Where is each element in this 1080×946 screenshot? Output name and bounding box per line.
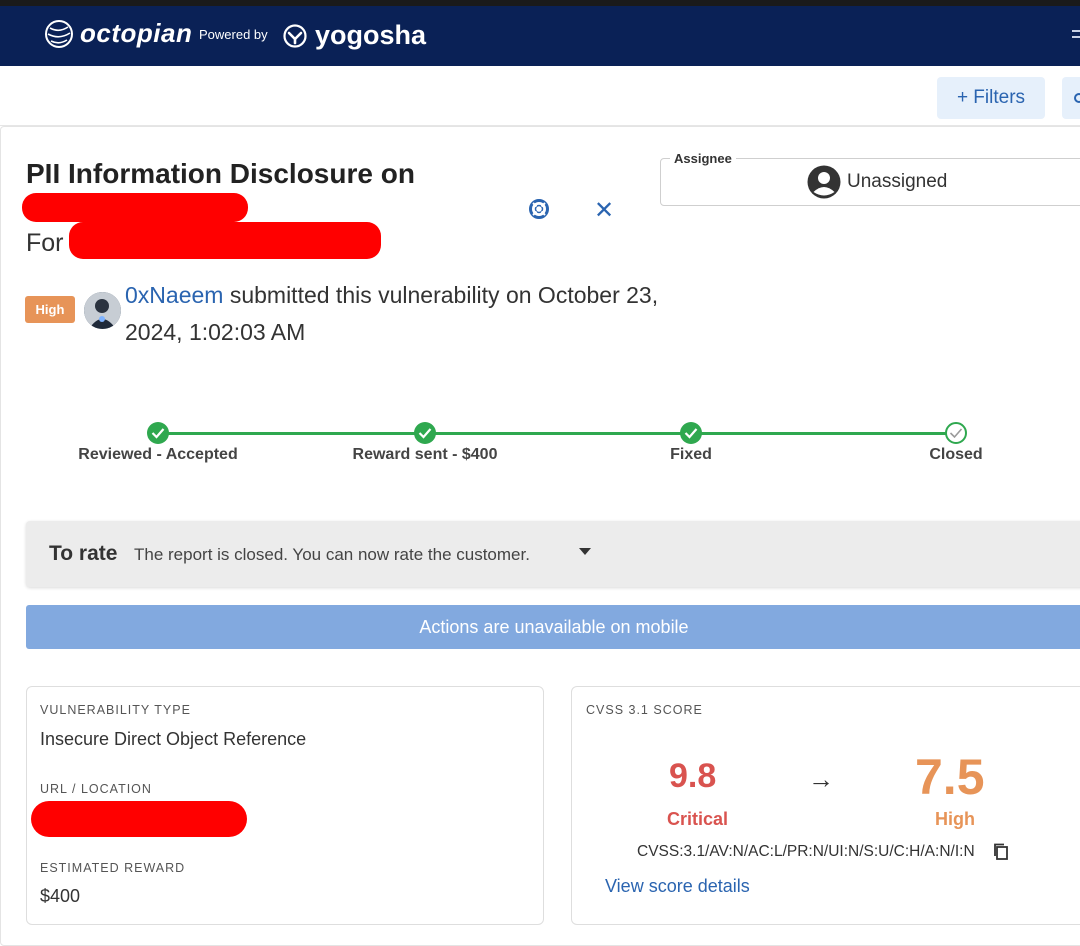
caret-down-icon[interactable] [579, 548, 591, 555]
partner-name: yogosha [315, 20, 427, 50]
redacted-program-name [22, 193, 248, 222]
step-label: Reviewed - Accepted [78, 446, 238, 463]
progress-track [158, 432, 956, 435]
actions-unavailable-bar: Actions are unavailable on mobile [26, 605, 1080, 649]
vuln-type-label: VULNERABILITY TYPE [40, 703, 191, 717]
powered-by-text: Powered by [199, 27, 268, 42]
step-closed-check-icon [945, 422, 967, 444]
globe-icon [45, 19, 73, 48]
step-reviewed-check-icon [147, 422, 169, 444]
arrow-right-icon: → [808, 764, 834, 794]
search-button[interactable] [1062, 77, 1080, 119]
step-label: Closed [929, 446, 983, 463]
view-score-details-link[interactable]: View score details [605, 876, 750, 897]
final-rating: High [935, 809, 975, 829]
account-circle-icon [807, 165, 841, 199]
filters-button[interactable]: + Filters [937, 77, 1045, 119]
yogosha-shield-icon [283, 23, 307, 48]
submitter-link[interactable]: 0xNaeem [125, 282, 223, 308]
original-rating: Critical [667, 809, 729, 829]
severity-badge: High [25, 296, 75, 323]
user-avatar-image [84, 292, 121, 329]
copy-icon[interactable] [992, 843, 1010, 861]
reward-value: $400 [40, 886, 81, 906]
step-fixed-check-icon [680, 422, 702, 444]
step-label: Reward sent - $400 [352, 446, 498, 463]
redacted-url [31, 801, 247, 837]
yogosha-logo: yogosha [283, 20, 426, 51]
brand-name: octopian [80, 18, 193, 48]
final-score: 7.5 [915, 749, 985, 805]
rating-title: To rate [49, 542, 118, 565]
step-label: Fixed [670, 446, 712, 463]
assignee-value: Unassigned [847, 171, 948, 192]
assignee-label: Assignee [670, 151, 736, 166]
cvss-label: CVSS 3.1 SCORE [586, 703, 703, 717]
octopian-logo[interactable]: octopian [44, 18, 192, 49]
rating-description: The report is closed. You can now rate t… [134, 545, 530, 564]
step-reward-check-icon [414, 422, 436, 444]
submission-info: 0xNaeem submitted this vulnerability on … [125, 277, 685, 351]
cvss-vector: CVSS:3.1/AV:N/AC:L/PR:N/UI:N/S:U/C:H/A:N… [637, 843, 975, 860]
lifebuoy-icon[interactable] [528, 198, 550, 220]
hamburger-menu-icon[interactable] [1072, 30, 1080, 44]
top-navbar: octopian Powered by yogosha [0, 6, 1080, 66]
close-icon[interactable]: ✕ [594, 196, 614, 225]
actions-notice: Actions are unavailable on mobile [419, 616, 689, 637]
original-score: 9.8 [669, 757, 717, 795]
vuln-type-value: Insecure Direct Object Reference [40, 729, 307, 749]
redacted-customer-name [69, 222, 381, 259]
for-label: For [26, 229, 64, 257]
reward-label: ESTIMATED REWARD [40, 861, 186, 875]
filters-toolbar: + Filters [0, 66, 1080, 126]
search-icon [1074, 93, 1080, 103]
avatar[interactable] [84, 292, 121, 329]
url-label: URL / LOCATION [40, 782, 152, 796]
report-title: PII Information Disclosure on [26, 158, 415, 189]
